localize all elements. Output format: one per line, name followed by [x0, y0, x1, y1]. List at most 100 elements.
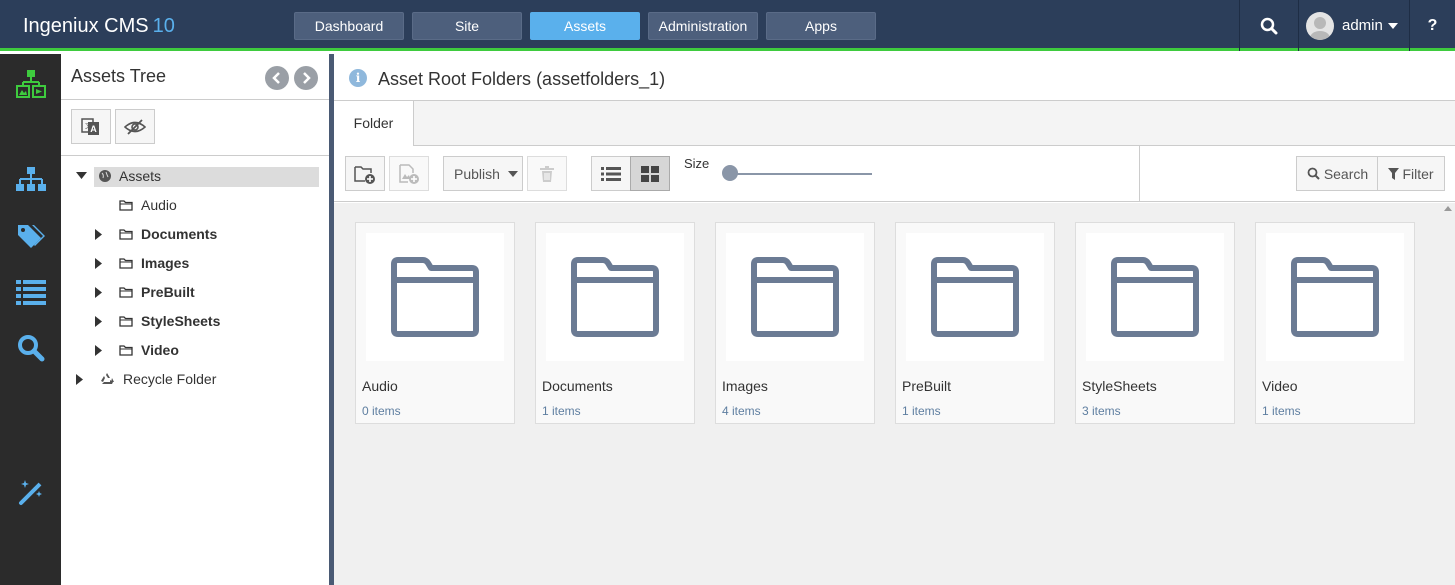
tree-panel-title: Assets Tree — [71, 66, 167, 86]
tree-node-images[interactable]: Images — [119, 252, 189, 274]
tree-node-documents[interactable]: Documents — [119, 223, 217, 245]
publish-dropdown[interactable]: Publish — [443, 156, 523, 191]
folder-name: Images — [722, 378, 768, 394]
chevron-down-icon — [1387, 22, 1398, 29]
filter-icon — [1388, 167, 1400, 180]
nav-tab-assets[interactable]: Assets — [530, 12, 640, 40]
recycle-icon — [101, 372, 114, 384]
size-slider-track[interactable] — [732, 173, 872, 175]
folder-icon — [931, 257, 1019, 337]
image-add-icon — [399, 163, 419, 184]
nav-tab-dashboard[interactable]: Dashboard — [294, 12, 404, 40]
translate-button[interactable]: A 文 — [71, 109, 111, 144]
user-name: admin — [1342, 17, 1383, 34]
folder-thumbnail — [1086, 233, 1224, 361]
toggle-hidden-button[interactable] — [115, 109, 155, 144]
chevron-left-icon — [272, 72, 280, 84]
folder-thumbnail — [546, 233, 684, 361]
folder-icon — [119, 345, 133, 356]
caret-right-icon — [94, 315, 102, 327]
tree-node-stylesheets[interactable]: StyleSheets — [119, 310, 220, 332]
caret-right-icon — [75, 373, 83, 385]
delete-button[interactable] — [527, 156, 567, 191]
avatar — [1306, 11, 1334, 40]
tags-icon[interactable] — [15, 220, 47, 252]
folder-icon — [119, 229, 133, 240]
list-view-button[interactable] — [591, 156, 631, 191]
folder-icon — [1291, 257, 1379, 337]
grid-view-button[interactable] — [630, 156, 670, 191]
folder-item-count: 1 items — [1262, 404, 1301, 418]
tree-toggle-stylesheets[interactable] — [92, 310, 104, 332]
toolbar-divider — [1139, 146, 1140, 201]
asset-tree-icon[interactable] — [15, 68, 47, 100]
left-icon-rail — [0, 54, 61, 585]
tree-node-label: Images — [141, 255, 190, 271]
new-folder-button[interactable] — [345, 156, 385, 191]
top-navigation-bar: Ingeniux CMS 10 Dashboard Site Assets Adm… — [0, 0, 1455, 51]
tree-toggle-video[interactable] — [92, 339, 104, 361]
filter-button[interactable]: Filter — [1377, 156, 1445, 191]
magic-wand-icon[interactable] — [15, 476, 47, 508]
search-button[interactable]: Search — [1296, 156, 1378, 191]
folder-card-images[interactable]: Images 4 items — [715, 222, 875, 424]
caret-right-icon — [94, 344, 102, 356]
list-icon[interactable] — [15, 276, 47, 308]
tree-node-audio[interactable]: Audio — [119, 194, 177, 216]
search-icon — [1260, 17, 1278, 34]
tree-node-label: PreBuilt — [141, 284, 195, 300]
folder-card-stylesheets[interactable]: StyleSheets 3 items — [1075, 222, 1235, 424]
folder-item-count: 0 items — [362, 404, 401, 418]
folder-card-audio[interactable]: Audio 0 items — [355, 222, 515, 424]
folder-toolbar: Publish Size Search Filter — [334, 146, 1455, 202]
caret-right-icon — [94, 286, 102, 298]
folder-name: Audio — [362, 378, 398, 394]
folder-icon — [391, 257, 479, 337]
eye-slash-icon — [124, 118, 146, 135]
global-search-button[interactable] — [1240, 0, 1298, 51]
tree-node-assets[interactable]: Assets — [99, 165, 161, 187]
tree-node-label: Recycle Folder — [123, 371, 217, 387]
grid-view-icon — [641, 165, 659, 182]
folder-thumbnail — [906, 233, 1044, 361]
scroll-up-arrow[interactable] — [1444, 206, 1452, 211]
trash-icon — [540, 165, 554, 182]
help-button[interactable]: ? — [1410, 0, 1455, 51]
sitemap-icon[interactable] — [15, 164, 47, 196]
folder-name: Documents — [542, 378, 613, 394]
app-version: 10 — [152, 15, 175, 37]
folder-card-documents[interactable]: Documents 1 items — [535, 222, 695, 424]
folder-icon — [119, 200, 133, 211]
folder-add-icon — [354, 165, 375, 184]
folder-card-prebuilt[interactable]: PreBuilt 1 items — [895, 222, 1055, 424]
search-icon[interactable] — [15, 332, 47, 364]
user-menu[interactable]: admin — [1299, 0, 1409, 51]
tree-toggle-prebuilt[interactable] — [92, 281, 104, 303]
tree-toggle-documents[interactable] — [92, 223, 104, 245]
page-title: Asset Root Folders (assetfolders_1) — [378, 69, 666, 89]
tree-node-video[interactable]: Video — [119, 339, 179, 361]
folder-card-video[interactable]: Video 1 items — [1255, 222, 1415, 424]
nav-tab-site[interactable]: Site — [412, 12, 522, 40]
tree-node-prebuilt[interactable]: PreBuilt — [119, 281, 195, 303]
folder-thumbnail — [366, 233, 504, 361]
tree-node-recycle-folder[interactable]: Recycle Folder — [99, 368, 216, 390]
size-slider-handle[interactable] — [722, 165, 738, 181]
folder-thumbnail — [726, 233, 864, 361]
expand-panel-button[interactable] — [294, 66, 318, 90]
new-asset-button[interactable] — [389, 156, 429, 191]
tree-toggle-assets[interactable] — [75, 165, 87, 187]
tab-folder[interactable]: Folder — [334, 100, 414, 147]
collapse-panel-button[interactable] — [265, 66, 289, 90]
nav-tab-apps[interactable]: Apps — [766, 12, 876, 40]
translate-icon: A 文 — [81, 117, 99, 135]
caret-right-icon — [94, 228, 102, 240]
tree-toggle-images[interactable] — [92, 252, 104, 274]
folder-name: Video — [1262, 378, 1298, 394]
nav-tab-administration[interactable]: Administration — [648, 12, 758, 40]
tree-node-label: Documents — [141, 226, 218, 242]
tree-toggle-recycle[interactable] — [73, 368, 85, 390]
folder-grid: Audio 0 items Documents 1 items Images 4… — [334, 203, 1455, 585]
folder-icon — [119, 287, 133, 298]
publish-label: Publish — [454, 165, 500, 182]
